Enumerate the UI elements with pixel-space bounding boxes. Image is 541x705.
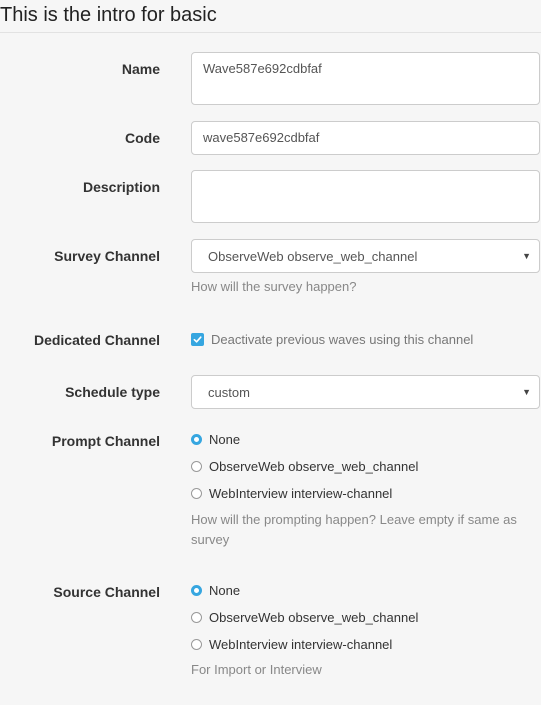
source-channel-help: For Import or Interview (191, 662, 322, 677)
page-title: This is the intro for basic (0, 4, 217, 26)
dedicated-channel-checkbox-label: Deactivate previous waves using this cha… (211, 332, 474, 347)
survey-channel-help: How will the survey happen? (191, 279, 357, 294)
title-divider (0, 32, 541, 33)
caret-down-icon: ▼ (522, 387, 531, 397)
checkmark-icon (193, 336, 202, 343)
radio-unchecked-icon[interactable] (191, 488, 202, 499)
dedicated-channel-checkbox[interactable] (191, 333, 204, 346)
schedule-type-selected: custom (208, 384, 250, 400)
survey-channel-selected: ObserveWeb observe_web_channel (208, 248, 418, 264)
radio-checked-icon[interactable] (191, 434, 202, 445)
caret-down-icon: ▼ (522, 251, 531, 261)
survey-channel-select[interactable]: ObserveWeb observe_web_channel ▼ (191, 239, 540, 273)
description-label: Description (82, 179, 160, 195)
source-channel-option-label: ObserveWeb observe_web_channel (209, 610, 419, 625)
dedicated-channel-option[interactable]: Deactivate previous waves using this cha… (191, 332, 473, 347)
code-label: Code (125, 130, 160, 146)
radio-unchecked-icon[interactable] (191, 612, 202, 623)
code-input[interactable]: wave587e692cdbfaf (191, 121, 540, 155)
prompt-channel-option-label: None (209, 432, 241, 447)
source-channel-option-label: None (209, 583, 241, 598)
survey-channel-label: Survey Channel (54, 248, 160, 264)
description-input[interactable] (191, 170, 540, 223)
source-channel-label: Source Channel (53, 584, 160, 600)
radio-unchecked-icon[interactable] (191, 461, 202, 472)
schedule-type-select[interactable]: custom ▼ (191, 375, 540, 409)
radio-unchecked-icon[interactable] (191, 639, 202, 650)
prompt-channel-option-label: ObserveWeb observe_web_channel (209, 459, 419, 474)
prompt-channel-label: Prompt Channel (51, 433, 160, 449)
schedule-type-label: Schedule type (65, 384, 160, 400)
prompt-channel-option-webinterview[interactable]: WebInterview interview-channel (191, 486, 392, 501)
name-label: Name (121, 61, 160, 77)
source-channel-option-webinterview[interactable]: WebInterview interview-channel (191, 637, 392, 652)
prompt-channel-option-observeweb[interactable]: ObserveWeb observe_web_channel (191, 459, 418, 474)
source-channel-option-observeweb[interactable]: ObserveWeb observe_web_channel (191, 610, 418, 625)
dedicated-channel-label: Dedicated Channel (33, 332, 160, 348)
radio-checked-icon[interactable] (191, 585, 202, 596)
source-channel-option-none[interactable]: None (191, 583, 240, 598)
prompt-channel-option-none[interactable]: None (191, 432, 240, 447)
prompt-channel-option-label: WebInterview interview-channel (209, 486, 393, 501)
name-input[interactable]: Wave587e692cdbfaf (191, 52, 540, 105)
prompt-channel-help: How will the prompting happen? Leave emp… (191, 512, 517, 547)
source-channel-option-label: WebInterview interview-channel (209, 637, 393, 652)
